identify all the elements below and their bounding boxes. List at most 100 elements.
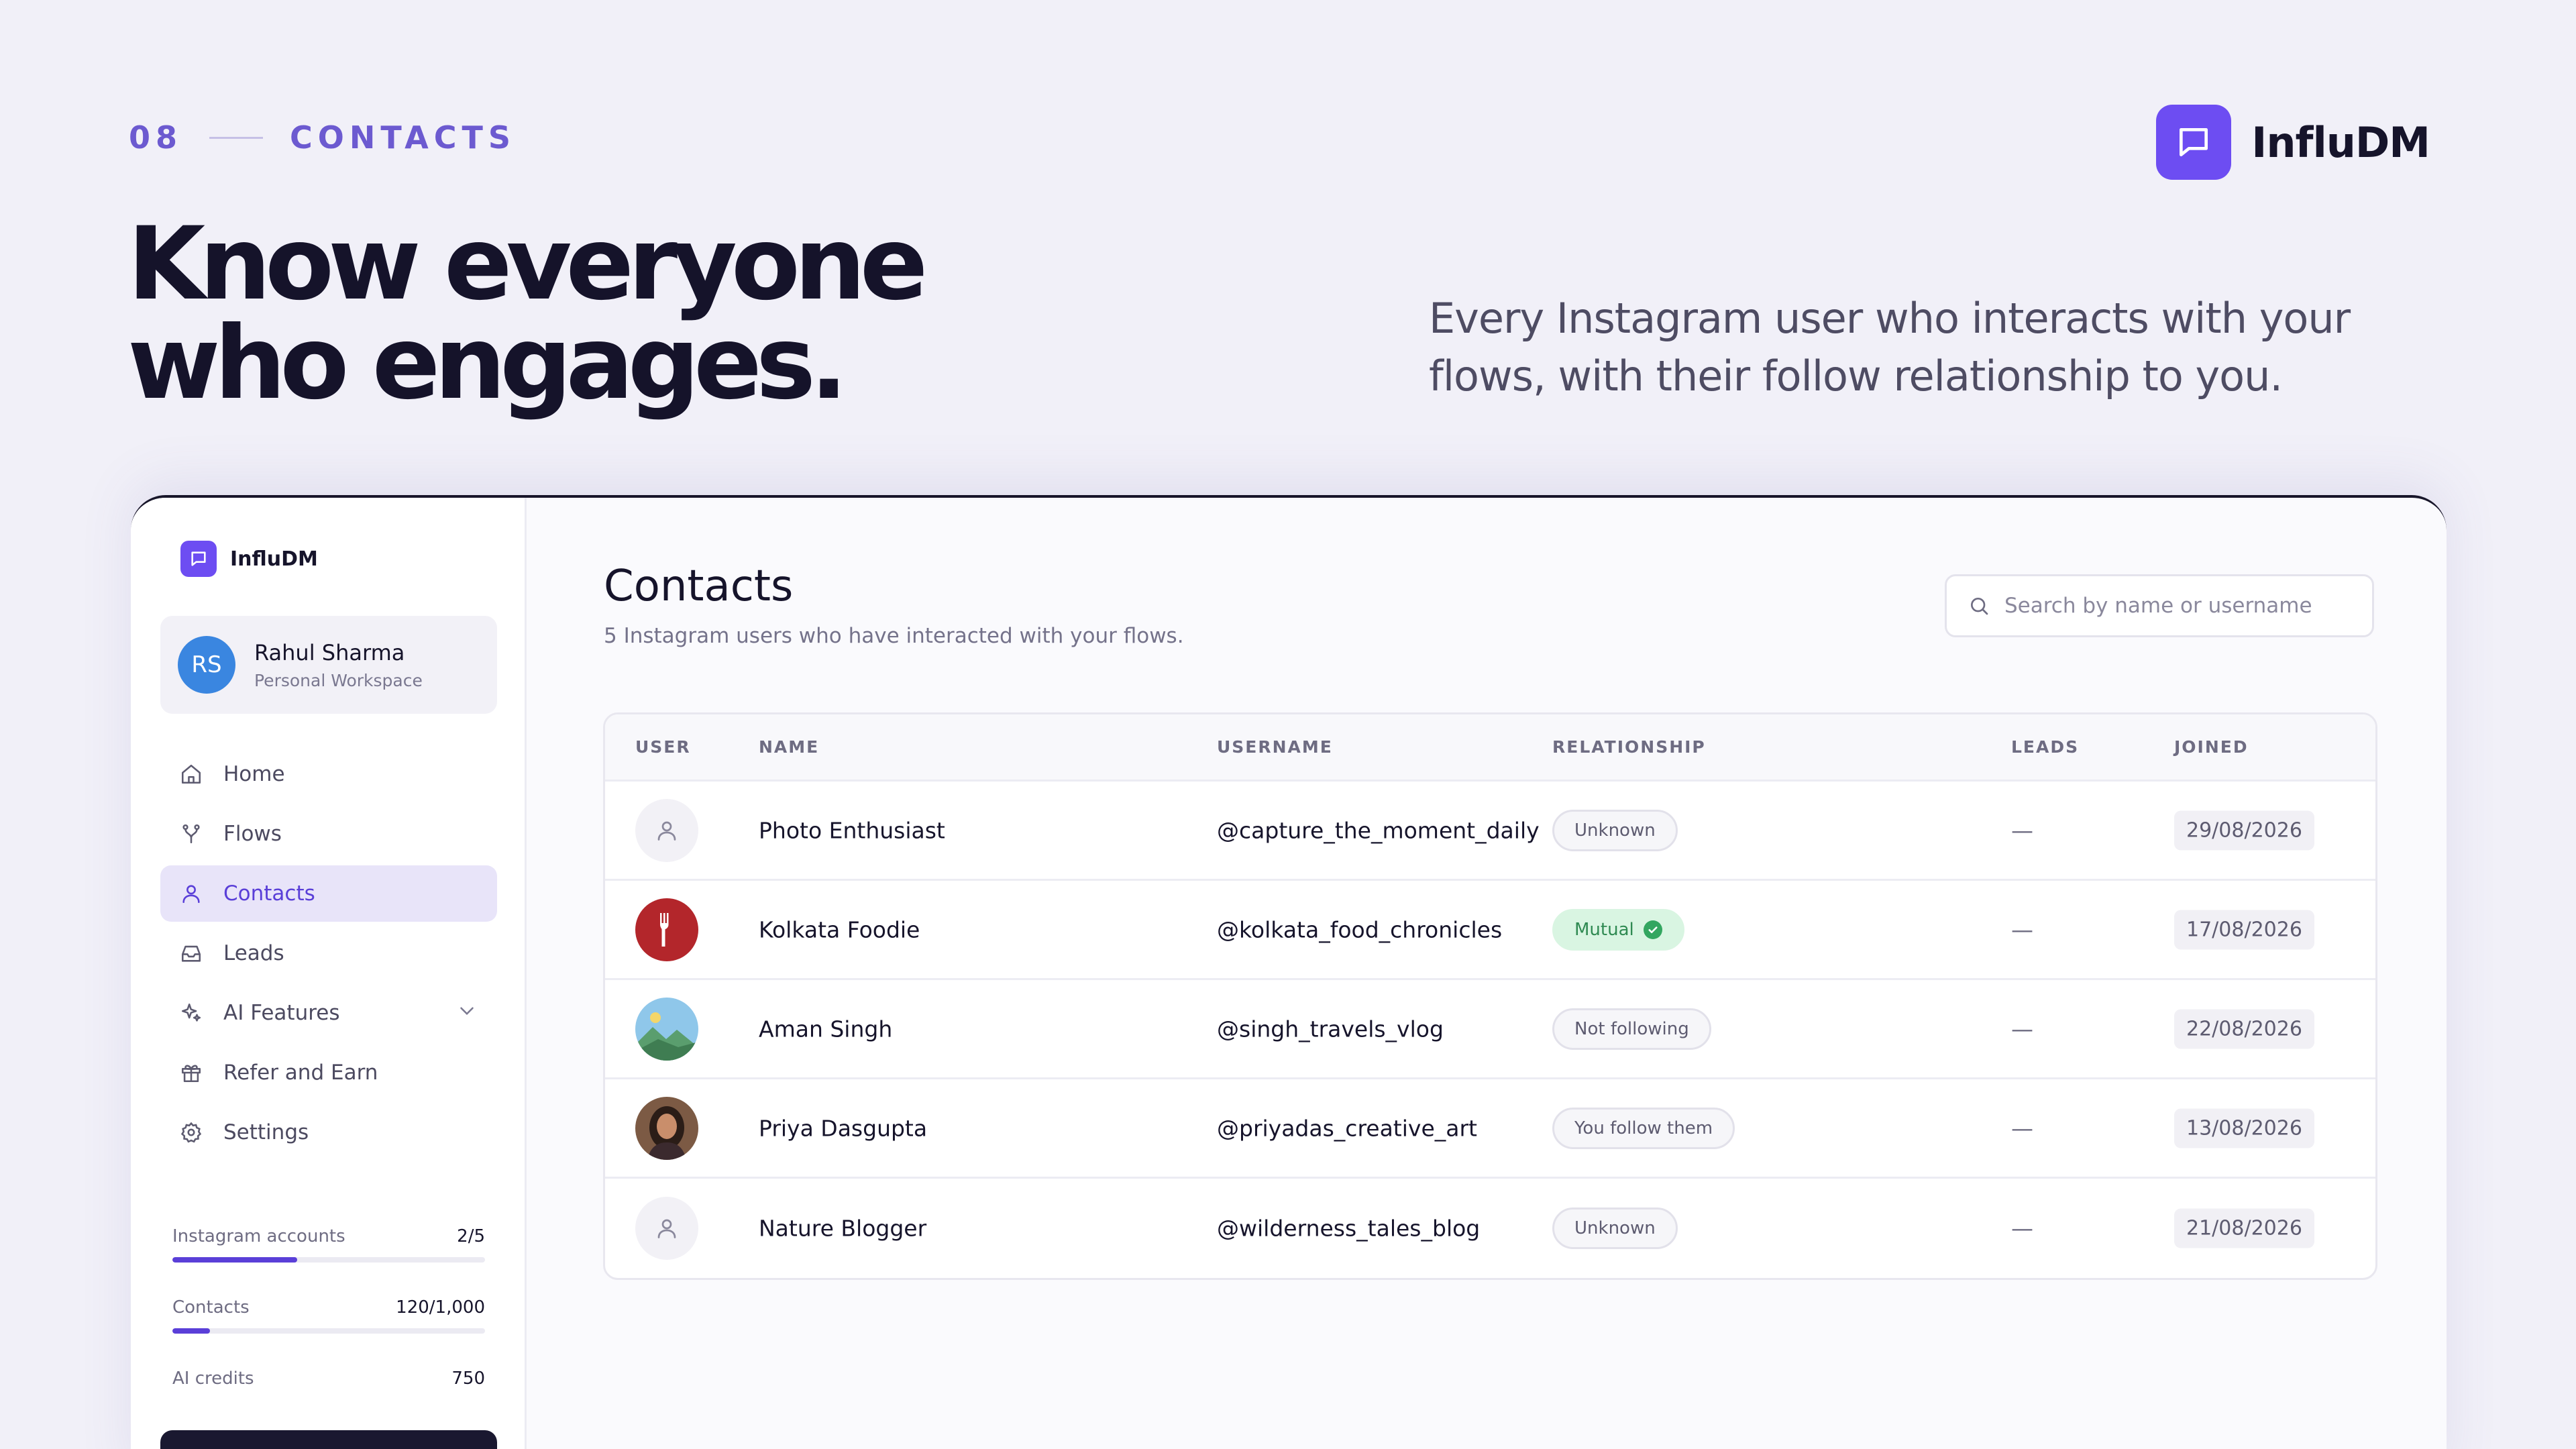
usage-progress-bar (172, 1328, 485, 1334)
joined-date: 21/08/2026 (2174, 1208, 2314, 1248)
sidebar-item-label: Contacts (223, 881, 315, 906)
usage-progress-fill (172, 1257, 298, 1263)
usage-label: Instagram accounts (172, 1226, 345, 1246)
sidebar-item-ai-features[interactable]: AI Features (160, 985, 497, 1041)
avatar: RS (178, 636, 235, 694)
home-icon (178, 761, 205, 788)
page-subtitle: 5 Instagram users who have interacted wi… (604, 624, 1184, 648)
user-icon (178, 880, 205, 907)
contact-username: @priyadas_creative_art (1217, 1115, 1477, 1141)
leads-value: — (2011, 1016, 2033, 1042)
sidebar-action-button[interactable] (160, 1430, 497, 1449)
column-header-username[interactable]: USERNAME (1217, 737, 1333, 757)
contact-username: @kolkata_food_chronicles (1217, 916, 1503, 943)
fork-icon (660, 912, 669, 947)
app-window: InfluDM RS Rahul Sharma Personal Workspa… (131, 495, 2447, 1449)
sidebar-item-refer-and-earn[interactable]: Refer and Earn (160, 1044, 497, 1101)
portrait-photo-icon (635, 1096, 698, 1160)
sidebar-item-label: Settings (223, 1120, 309, 1144)
user-placeholder-icon (657, 1219, 676, 1238)
joined-date: 13/08/2026 (2174, 1108, 2314, 1148)
sparkle-icon (178, 1000, 205, 1026)
sidebar-item-contacts[interactable]: Contacts (160, 865, 497, 922)
sidebar: InfluDM RS Rahul Sharma Personal Workspa… (131, 498, 527, 1449)
avatar (635, 997, 698, 1061)
column-header-relationship[interactable]: RELATIONSHIP (1552, 737, 1706, 757)
usage-label: Contacts (172, 1297, 250, 1318)
contact-name: Priya Dasgupta (759, 1115, 928, 1141)
landscape-photo-icon (635, 997, 698, 1061)
joined-date: 29/08/2026 (2174, 810, 2314, 850)
contact-name: Photo Enthusiast (759, 817, 945, 843)
sidebar-item-leads[interactable]: Leads (160, 925, 497, 981)
avatar (635, 1197, 698, 1260)
relationship-badge: You follow them (1552, 1107, 1735, 1149)
usage-progress-fill (172, 1328, 210, 1334)
leads-value: — (2011, 916, 2033, 943)
sidebar-item-label: Refer and Earn (223, 1061, 378, 1085)
avatar (635, 1096, 698, 1160)
sidebar-item-label: AI Features (223, 1001, 340, 1025)
sidebar-brand-name: InfluDM (230, 547, 318, 571)
chevron-down-icon[interactable] (455, 1000, 478, 1028)
column-header-user[interactable]: USER (635, 737, 691, 757)
workspace-switcher[interactable]: RS Rahul Sharma Personal Workspace (160, 616, 497, 714)
subheadline: Every Instagram user who interacts with … (1429, 294, 2351, 400)
contact-name: Nature Blogger (759, 1215, 927, 1242)
contact-name: Kolkata Foodie (759, 916, 920, 943)
sidebar-item-flows[interactable]: Flows (160, 806, 497, 862)
contact-name: Aman Singh (759, 1016, 893, 1042)
usage-progress-bar (172, 1257, 485, 1263)
section-eyebrow: 08 CONTACTS (129, 119, 516, 156)
headline-line-1: Know everyone (127, 206, 928, 323)
inbox-icon (178, 940, 205, 967)
brand-name: InfluDM (2251, 117, 2430, 167)
table-row[interactable]: Nature Blogger @wilderness_tales_blog Un… (605, 1179, 2375, 1278)
column-header-leads[interactable]: LEADS (2011, 737, 2079, 757)
search-input[interactable] (2004, 594, 2353, 618)
section-title: CONTACTS (290, 119, 517, 156)
usage-contacts: Contacts 120/1,000 (172, 1297, 485, 1334)
eyebrow-divider (209, 136, 264, 139)
sidebar-item-settings[interactable]: Settings (160, 1104, 497, 1161)
check-circle-icon (1643, 920, 1662, 939)
avatar (635, 898, 698, 961)
usage-value: 750 (451, 1368, 485, 1389)
search-box[interactable] (1945, 574, 2374, 637)
gear-icon (178, 1119, 205, 1146)
workspace-subtitle: Personal Workspace (254, 670, 423, 690)
main-content: Contacts 5 Instagram users who have inte… (527, 498, 2447, 1449)
contact-username: @singh_travels_vlog (1217, 1016, 1444, 1042)
usage-ai-credits: AI credits 750 (172, 1368, 485, 1389)
contacts-table: USER NAME USERNAME RELATIONSHIP LEADS JO… (603, 712, 2377, 1280)
search-icon (1966, 592, 1992, 619)
sidebar-nav: Home Flows Contacts Leads AI Features Re… (160, 746, 497, 1164)
relationship-badge: Unknown (1552, 809, 1678, 851)
workspace-user-name: Rahul Sharma (254, 639, 405, 665)
headline-line-2: who engages. (127, 305, 848, 422)
leads-value: — (2011, 817, 2033, 843)
table-header: USER NAME USERNAME RELATIONSHIP LEADS JO… (605, 714, 2375, 782)
sidebar-item-home[interactable]: Home (160, 746, 497, 802)
relationship-label: Mutual (1574, 919, 1634, 940)
usage-label: AI credits (172, 1368, 254, 1389)
column-header-joined[interactable]: JOINED (2174, 737, 2249, 757)
table-row[interactable]: Aman Singh @singh_travels_vlog Not follo… (605, 980, 2375, 1079)
avatar (635, 798, 698, 862)
chat-bubble-icon (2156, 105, 2232, 180)
headline: Know everyone who engages. (127, 206, 928, 422)
page-title: Contacts (604, 561, 794, 611)
contact-username: @capture_the_moment_daily (1217, 817, 1540, 843)
usage-value: 120/1,000 (396, 1297, 485, 1318)
relationship-badge: Not following (1552, 1008, 1711, 1050)
table-row[interactable]: Priya Dasgupta @priyadas_creative_art Yo… (605, 1079, 2375, 1179)
relationship-badge: Unknown (1552, 1208, 1678, 1249)
leads-value: — (2011, 1115, 2033, 1141)
sidebar-brand[interactable]: InfluDM (180, 541, 318, 577)
table-row[interactable]: Kolkata Foodie @kolkata_food_chronicles … (605, 881, 2375, 980)
column-header-name[interactable]: NAME (759, 737, 819, 757)
sidebar-item-label: Leads (223, 941, 284, 965)
usage-instagram-accounts: Instagram accounts 2/5 (172, 1226, 485, 1263)
table-row[interactable]: Photo Enthusiast @capture_the_moment_dai… (605, 782, 2375, 881)
section-number: 08 (129, 119, 183, 156)
